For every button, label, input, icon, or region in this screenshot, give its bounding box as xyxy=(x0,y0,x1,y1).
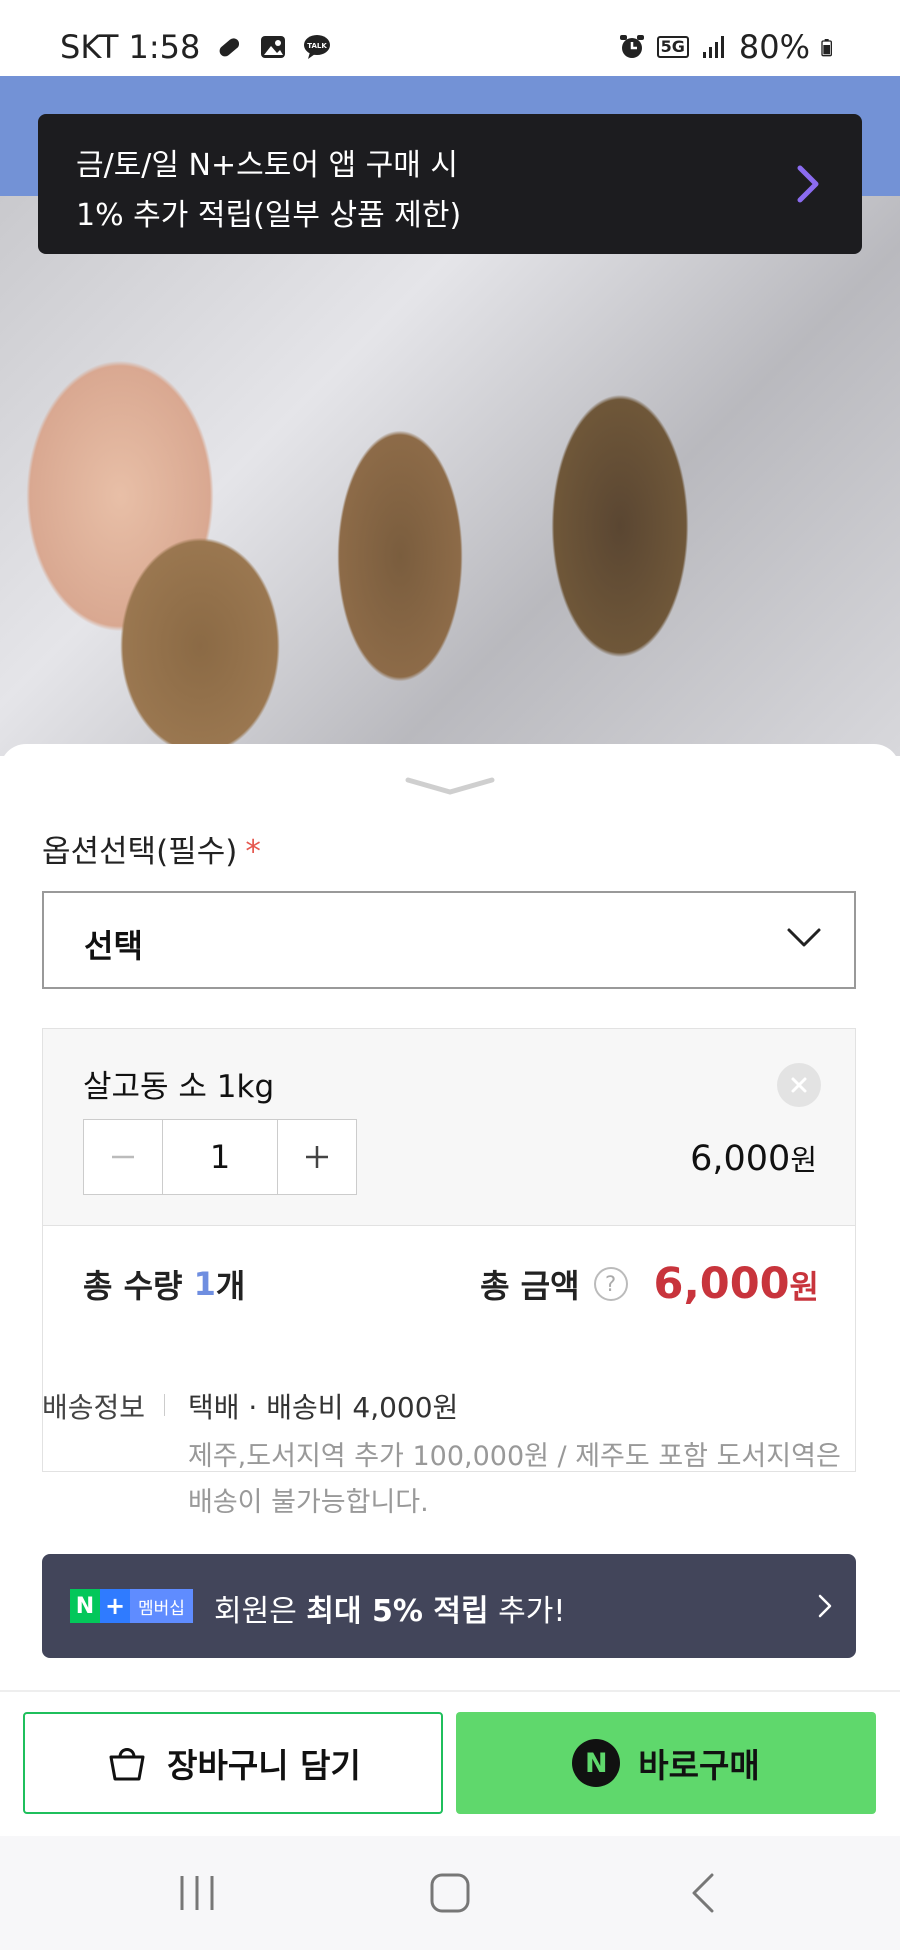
talk-icon: TALK xyxy=(304,35,331,59)
chevron-right-icon xyxy=(797,165,819,203)
membership-text-bold: 최대 5% 적립 xyxy=(306,1594,489,1629)
option-bottom-sheet: 옵션선택(필수) * 선택 살고동 소 1kg 1 6,000원 총 수량 1 … xyxy=(0,744,900,1950)
naver-pay-icon: N xyxy=(572,1739,621,1787)
total-quantity-value: 1 xyxy=(193,1265,216,1303)
selected-option-name: 살고동 소 1kg xyxy=(83,1069,275,1105)
option-select[interactable]: 선택 xyxy=(42,891,856,989)
back-icon[interactable] xyxy=(678,1870,728,1916)
option-price-value: 6,000 xyxy=(690,1139,791,1179)
chevron-right-icon xyxy=(818,1594,832,1618)
quantity-input[interactable]: 1 xyxy=(162,1120,278,1194)
shipping-note: 제주,도서지역 추가 100,000원 / 제주도 포함 도서지역은 배송이 불… xyxy=(188,1441,841,1518)
home-icon[interactable] xyxy=(425,1870,475,1916)
total-quantity-unit: 개 xyxy=(215,1267,246,1305)
minus-icon xyxy=(112,1155,134,1159)
status-bar: SKT 1:58 TALK 5G 80% xyxy=(0,0,900,76)
required-mark: * xyxy=(245,834,261,870)
total-amount-value: 6,000 xyxy=(653,1259,790,1309)
status-right: 5G 80% xyxy=(617,28,840,66)
promo-line2: 1% 추가 적립(일부 상품 제한) xyxy=(76,198,462,233)
shipping-fee: 택배 · 배송비 4,000원 xyxy=(188,1391,459,1424)
divider xyxy=(0,1690,900,1692)
total-quantity: 총 수량 1개 xyxy=(83,1225,245,1343)
shopping-bag-icon xyxy=(109,1748,145,1781)
promo-line1: 금/토/일 N+스토어 앱 구매 시 xyxy=(76,148,458,183)
add-to-cart-button[interactable]: 장바구니 담기 xyxy=(23,1712,443,1814)
option-select-value: 선택 xyxy=(84,927,143,965)
chevron-down-icon xyxy=(787,928,821,947)
signal-icon xyxy=(702,36,724,58)
membership-text-post: 추가! xyxy=(488,1594,566,1629)
selected-option-item: 살고동 소 1kg 1 6,000원 xyxy=(43,1029,855,1226)
total-amount-unit: 원 xyxy=(789,1268,819,1306)
pill-icon xyxy=(219,38,240,57)
shipping-divider xyxy=(164,1394,165,1416)
membership-text-pre: 회원은 xyxy=(214,1594,307,1629)
badge-text: 멤버십 xyxy=(130,1589,193,1623)
option-label-text: 옵션선택(필수) xyxy=(42,834,238,870)
total-amount-label: 총 금액 xyxy=(480,1267,580,1305)
battery-percent: 80% xyxy=(738,28,810,66)
quantity-stepper: 1 xyxy=(83,1119,357,1195)
decrease-quantity-button[interactable] xyxy=(84,1120,162,1194)
recent-apps-icon[interactable] xyxy=(172,1870,222,1916)
membership-banner[interactable]: N + 멤버십 회원은 최대 5% 적립 추가! xyxy=(42,1554,856,1658)
buy-now-button[interactable]: N 바로구매 xyxy=(456,1712,876,1814)
svg-text:TALK: TALK xyxy=(308,42,328,50)
system-nav-bar xyxy=(0,1836,900,1950)
network-5g: 5G xyxy=(656,36,689,58)
increase-quantity-button[interactable] xyxy=(278,1120,356,1194)
gallery-icon xyxy=(261,36,286,58)
total-amount: 총 금액 ? 6,000원 xyxy=(480,1225,819,1343)
total-quantity-label: 총 수량 xyxy=(83,1267,183,1305)
total-amount-value-wrap: 6,000원 xyxy=(654,1259,819,1309)
badge-plus: + xyxy=(100,1589,130,1623)
buy-now-label: 바로구매 xyxy=(638,1746,760,1785)
remove-option-button[interactable] xyxy=(777,1063,821,1107)
membership-text: 회원은 최대 5% 적립 추가! xyxy=(214,1586,565,1630)
option-label: 옵션선택(필수) * xyxy=(42,826,261,871)
option-price-unit: 원 xyxy=(790,1143,817,1177)
product-image xyxy=(0,196,900,756)
battery-icon xyxy=(821,39,832,57)
close-icon xyxy=(791,1077,807,1093)
help-icon[interactable]: ? xyxy=(593,1267,628,1301)
carrier-time: SKT 1:58 xyxy=(60,28,201,66)
option-price: 6,000원 xyxy=(690,1137,817,1179)
collapse-handle-icon[interactable] xyxy=(404,774,496,798)
promo-banner[interactable]: 금/토/일 N+스토어 앱 구매 시 1% 추가 적립(일부 상품 제한) xyxy=(38,114,862,254)
nplus-membership-badge: N + 멤버십 xyxy=(70,1589,193,1623)
plus-icon xyxy=(306,1146,328,1168)
status-left: SKT 1:58 TALK xyxy=(60,28,332,66)
alarm-icon xyxy=(619,35,644,58)
shipping-label: 배송정보 xyxy=(42,1391,146,1424)
badge-n: N xyxy=(70,1589,100,1623)
add-to-cart-label: 장바구니 담기 xyxy=(167,1746,361,1785)
